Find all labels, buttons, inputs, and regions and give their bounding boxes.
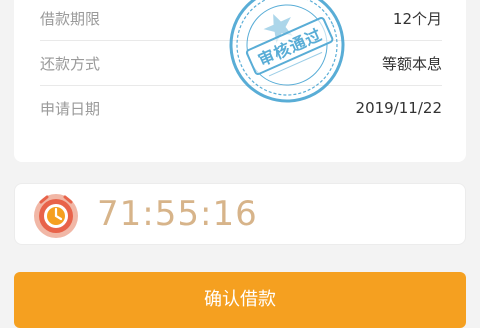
repay-method-value: 等额本息	[381, 54, 442, 73]
apply-date-value: 2019/11/22	[355, 99, 442, 117]
countdown-card: 71:55:16	[14, 183, 466, 245]
apply-date-row: 申请日期 2019/11/22	[40, 86, 442, 130]
confirm-loan-button[interactable]: 确认借款	[14, 272, 466, 328]
countdown-timer: 71:55:16	[97, 194, 258, 234]
loan-info-card: 借款期限 12个月 还款方式 等额本息 申请日期 2019/11/22 审核通过	[14, 0, 466, 162]
repay-method-label: 还款方式	[40, 54, 101, 73]
apply-date-label: 申请日期	[40, 99, 101, 118]
loan-term-value: 12个月	[392, 9, 442, 28]
alarm-clock-icon	[31, 190, 81, 240]
loan-term-label: 借款期限	[40, 9, 101, 28]
